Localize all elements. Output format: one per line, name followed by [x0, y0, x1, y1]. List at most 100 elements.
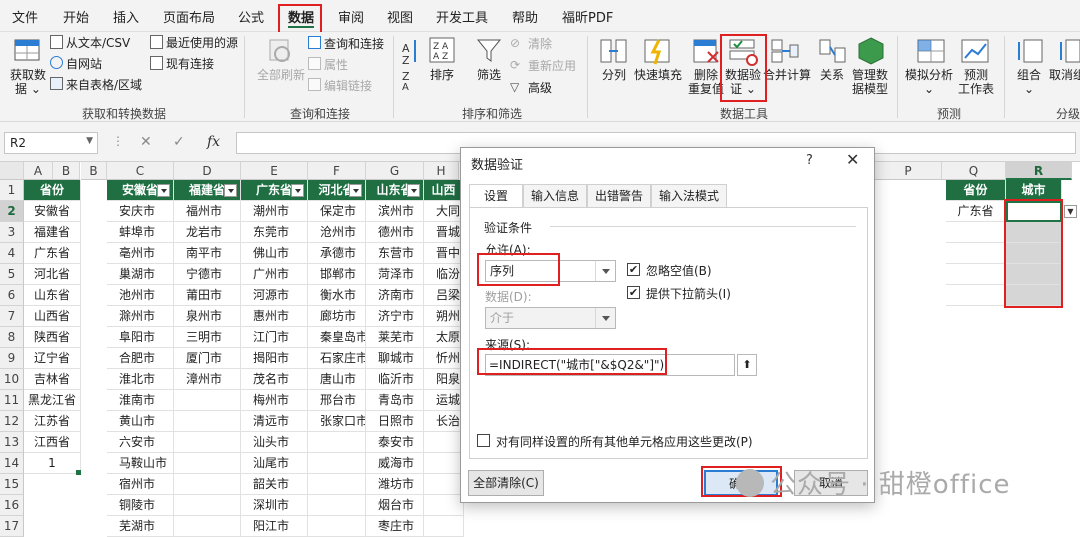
column-header-b[interactable]: B [53, 162, 80, 180]
column-header-p[interactable]: P [875, 162, 942, 180]
from-table-button[interactable]: 来自表格/区域 [66, 78, 142, 92]
cell-a[interactable]: 黑龙江省 [24, 390, 81, 411]
table-cell[interactable]: 滨州市 [366, 201, 424, 222]
column-header-q[interactable]: Q [942, 162, 1006, 180]
row-header-8[interactable]: 8 [0, 327, 24, 348]
table-cell[interactable] [308, 432, 366, 453]
clear-all-button[interactable]: 全部清除(C) [468, 470, 544, 496]
table-cell[interactable] [424, 474, 464, 495]
table-header-cell[interactable]: 安徽省 [107, 180, 174, 201]
remove-duplicates-button[interactable]: 删除 重复值 [688, 68, 724, 96]
what-if-analysis-button[interactable]: 模拟分析 ⌄ [905, 68, 953, 96]
menu-foxit-pdf[interactable]: 福昕PDF [562, 7, 613, 26]
filter-dropdown-icon[interactable] [157, 184, 170, 197]
filter-button[interactable]: 筛选 [477, 68, 501, 82]
row-header-14[interactable]: 14 [0, 453, 24, 474]
help-button[interactable]: ? [806, 153, 813, 168]
table-cell[interactable]: 龙岩市 [174, 222, 241, 243]
menu-formulas[interactable]: 公式 [238, 7, 264, 26]
advanced-filter-button[interactable]: 高级 [528, 81, 552, 95]
ungroup-button[interactable]: 取消组 [1049, 68, 1080, 82]
cell-a[interactable]: 江西省 [24, 432, 81, 453]
table-cell[interactable] [308, 474, 366, 495]
table-cell[interactable] [308, 495, 366, 516]
column-header-g[interactable]: G [366, 162, 424, 180]
cell-a[interactable]: 山西省 [24, 306, 81, 327]
menu-view[interactable]: 视图 [387, 7, 413, 26]
table-cell[interactable]: 大同 [424, 201, 464, 222]
cell-q2[interactable]: 广东省 [946, 201, 1006, 222]
flash-fill-button[interactable]: 快速填充 [634, 68, 682, 82]
table-cell[interactable]: 蚌埠市 [107, 222, 174, 243]
table-cell[interactable]: 石家庄市 [308, 348, 366, 369]
table-cell[interactable]: 清远市 [241, 411, 308, 432]
header-cell-province[interactable]: 省份 [24, 180, 81, 201]
data-select[interactable]: 介于 [485, 307, 616, 329]
table-cell[interactable]: 济宁市 [366, 306, 424, 327]
fill-handle[interactable] [76, 470, 81, 475]
filter-dropdown-icon[interactable] [407, 184, 420, 197]
apply-all-checkbox[interactable] [477, 434, 490, 447]
table-cell[interactable]: 滁州市 [107, 306, 174, 327]
table-cell[interactable]: 汕尾市 [241, 453, 308, 474]
row-header-15[interactable]: 15 [0, 474, 24, 495]
menu-page-layout[interactable]: 页面布局 [163, 7, 215, 26]
cell-a[interactable]: 安徽省 [24, 201, 81, 222]
table-cell[interactable] [174, 390, 241, 411]
table-cell[interactable]: 宿州市 [107, 474, 174, 495]
tab-settings[interactable]: 设置 [469, 184, 523, 208]
table-cell[interactable]: 晋中 [424, 243, 464, 264]
clear-filter-button[interactable]: 清除 [528, 37, 552, 51]
reapply-button[interactable]: 重新应用 [528, 59, 576, 73]
cell-a[interactable]: 陕西省 [24, 327, 81, 348]
table-cell[interactable]: 揭阳市 [241, 348, 308, 369]
table-cell[interactable]: 福州市 [174, 201, 241, 222]
table-cell[interactable]: 临沂市 [366, 369, 424, 390]
table-cell[interactable]: 承德市 [308, 243, 366, 264]
table-cell[interactable]: 巢湖市 [107, 264, 174, 285]
dropdown-checkbox[interactable]: ✔ [627, 286, 640, 299]
row-header-3[interactable]: 3 [0, 222, 24, 243]
table-cell[interactable]: 东营市 [366, 243, 424, 264]
cell-a[interactable]: 吉林省 [24, 369, 81, 390]
table-cell[interactable]: 南平市 [174, 243, 241, 264]
group-button[interactable]: 组合 ⌄ [1017, 68, 1041, 96]
cell-a[interactable]: 江苏省 [24, 411, 81, 432]
table-header-cell[interactable]: 河北省 [308, 180, 366, 201]
table-cell[interactable]: 唐山市 [308, 369, 366, 390]
table-cell[interactable] [424, 495, 464, 516]
table-cell[interactable]: 池州市 [107, 285, 174, 306]
menu-help[interactable]: 帮助 [512, 7, 538, 26]
table-cell[interactable] [424, 432, 464, 453]
row-header-1[interactable]: 1 [0, 180, 24, 201]
table-header-cell[interactable]: 山东省 [366, 180, 424, 201]
table-cell[interactable] [424, 453, 464, 474]
table-cell[interactable] [174, 453, 241, 474]
queries-connections-button[interactable]: 查询和连接 [324, 37, 384, 51]
forecast-sheet-button[interactable]: 预测 工作表 [958, 68, 994, 96]
column-header-f[interactable]: F [308, 162, 366, 180]
table-cell[interactable]: 亳州市 [107, 243, 174, 264]
column-header-b[interactable]: B [81, 162, 107, 180]
table-cell[interactable]: 菏泽市 [366, 264, 424, 285]
table-cell[interactable]: 济南市 [366, 285, 424, 306]
table-cell[interactable]: 临汾 [424, 264, 464, 285]
table-cell[interactable]: 宁德市 [174, 264, 241, 285]
row-header-7[interactable]: 7 [0, 306, 24, 327]
table-cell[interactable]: 太原 [424, 327, 464, 348]
cell-dropdown-icon[interactable]: ▼ [1064, 205, 1077, 218]
table-cell[interactable]: 阜阳市 [107, 327, 174, 348]
consolidate-button[interactable]: 合并计算 [763, 68, 811, 82]
table-cell[interactable]: 邢台市 [308, 390, 366, 411]
cell-a[interactable]: 1 [24, 453, 81, 474]
select-all-corner[interactable] [0, 162, 24, 180]
table-cell[interactable] [174, 474, 241, 495]
refresh-all-button[interactable]: 全部刷新 [257, 68, 305, 82]
table-cell[interactable]: 保定市 [308, 201, 366, 222]
table-cell[interactable]: 黄山市 [107, 411, 174, 432]
column-header-a[interactable]: A [24, 162, 53, 180]
row-header-9[interactable]: 9 [0, 348, 24, 369]
table-cell[interactable]: 邯郸市 [308, 264, 366, 285]
menu-file[interactable]: 文件 [12, 7, 38, 26]
from-text-csv-button[interactable]: 从文本/CSV [66, 36, 130, 50]
